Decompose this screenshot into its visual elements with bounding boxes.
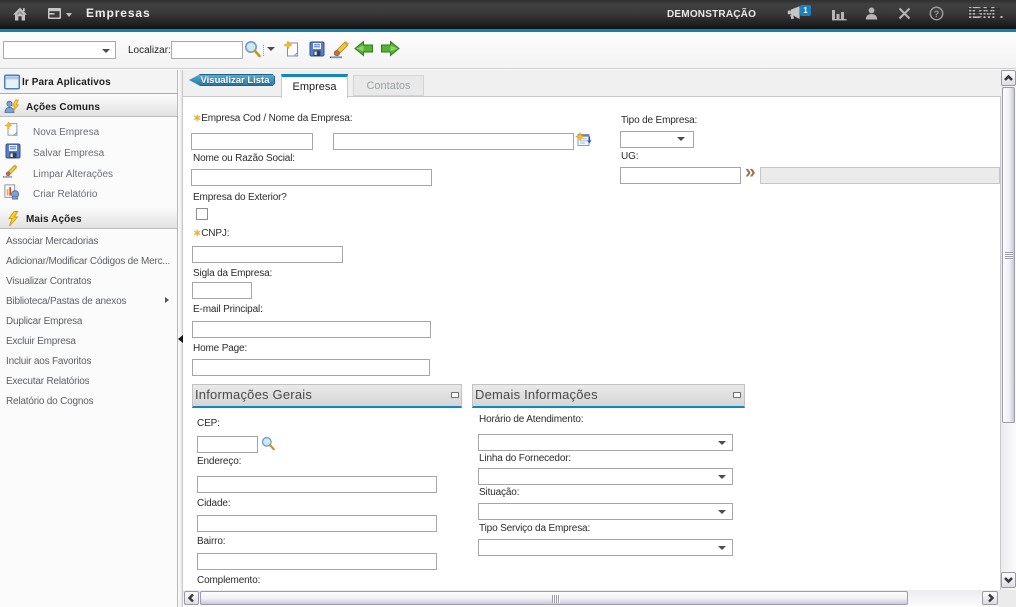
svg-text:?: ? xyxy=(934,9,940,19)
